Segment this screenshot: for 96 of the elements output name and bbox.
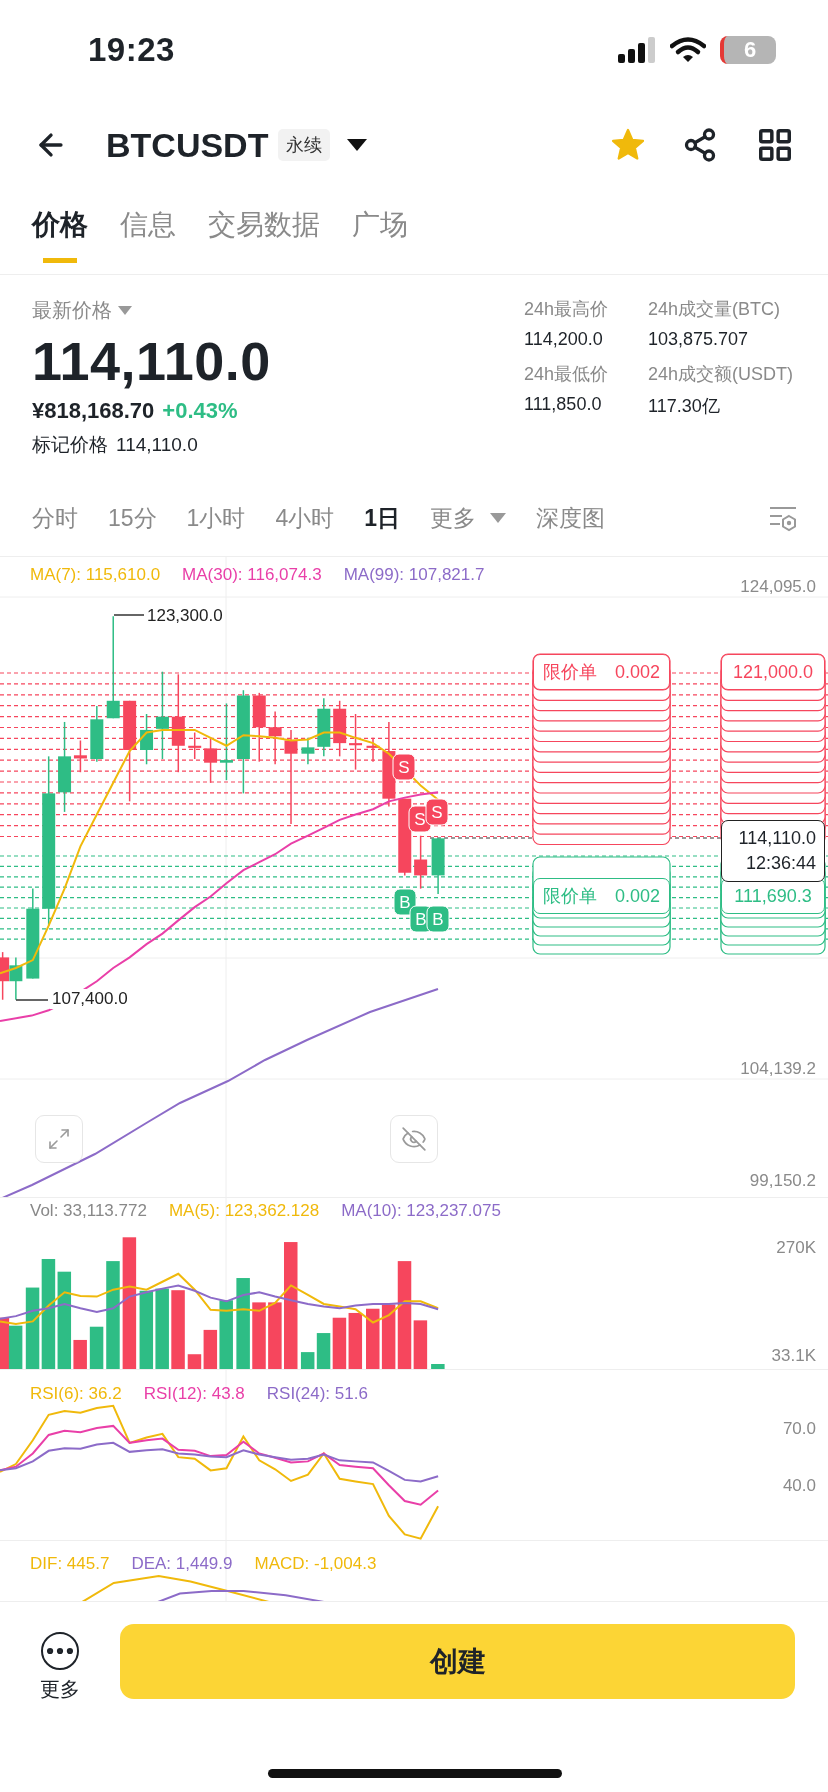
- mark-price: 114,110.0: [116, 434, 198, 456]
- candle: [317, 697, 331, 758]
- wifi-icon: [670, 37, 706, 63]
- volume-bar: [268, 1302, 282, 1369]
- last-price: 114,110.0: [32, 330, 271, 392]
- candle: [349, 713, 363, 771]
- countdown-timer: 12:36:44: [745, 853, 816, 874]
- stat-value: 114,200.0: [524, 329, 604, 350]
- mark-price-label: 标记价格: [32, 433, 108, 457]
- tab[interactable]: 交易数据: [208, 206, 320, 263]
- candle: [268, 710, 282, 766]
- candle: [252, 692, 266, 763]
- interval-tab[interactable]: 1小时: [186, 502, 246, 534]
- candle: [188, 731, 202, 760]
- current-price: 114,110.0: [738, 828, 816, 849]
- indicator-value: RSI(6): 36.2: [30, 1384, 122, 1404]
- status-time: 19:23: [88, 31, 175, 69]
- star-icon[interactable]: [610, 127, 646, 163]
- indicator-value: MA(7): 115,610.0: [30, 565, 161, 585]
- indicator-value: MA(5): 123,362.128: [168, 1201, 320, 1221]
- interval-tab[interactable]: 1日: [364, 502, 400, 534]
- leader-line: [113, 614, 145, 616]
- candle: [90, 705, 104, 763]
- cny-price: ¥818,168.70: [32, 398, 155, 424]
- buy-marker: B: [393, 888, 417, 916]
- axis-label: 99,150.2: [749, 1171, 816, 1191]
- interval-tab[interactable]: 更多: [430, 502, 506, 534]
- indicator-value: MACD: -1,004.3: [254, 1554, 377, 1574]
- order-price-tag[interactable]: 121,000.0: [721, 654, 825, 690]
- order-type: 限价单: [543, 885, 597, 908]
- axis-label: 33.1K: [771, 1346, 816, 1366]
- indicator-value: DIF: 445.7: [30, 1554, 110, 1574]
- signal-icon: [618, 37, 656, 63]
- chart-settings-icon[interactable]: [768, 504, 798, 532]
- hide-button[interactable]: [390, 1115, 438, 1163]
- candle: [0, 951, 10, 1001]
- tab[interactable]: 信息: [120, 206, 176, 263]
- axis-label: 124,095.0: [740, 577, 816, 597]
- volume-bar: [252, 1302, 266, 1369]
- price-change: +0.43%: [162, 398, 238, 424]
- interval-tab[interactable]: 4小时: [275, 502, 335, 534]
- leader-line: [15, 999, 49, 1001]
- stat-value: 117.30亿: [648, 395, 721, 418]
- indicator-value: MA(10): 123,237.075: [341, 1201, 501, 1221]
- indicator-value: MA(30): 116,074.3: [182, 565, 322, 585]
- candle: [9, 956, 23, 1001]
- tab[interactable]: 广场: [352, 206, 408, 263]
- sell-marker: S: [425, 798, 449, 826]
- volume-bar: [366, 1308, 380, 1369]
- candle: [333, 700, 347, 758]
- high-price-label: 123,300.0: [147, 606, 223, 625]
- candle: [301, 737, 315, 766]
- tab[interactable]: 价格: [32, 206, 88, 263]
- share-icon[interactable]: [682, 127, 718, 163]
- volume-bar: [89, 1326, 104, 1369]
- stat-label: 24h最高价: [524, 298, 610, 321]
- symbol-title: BTCUSDT: [106, 125, 269, 165]
- eye-off-icon: [401, 1126, 427, 1152]
- indicator-value: RSI(12): 43.8: [143, 1384, 245, 1404]
- stat-label: 24h最低价: [524, 363, 610, 386]
- grid-icon[interactable]: [756, 126, 794, 164]
- caret-icon[interactable]: [346, 138, 369, 152]
- price-label[interactable]: 最新价格: [32, 297, 271, 324]
- expand-button[interactable]: [35, 1115, 83, 1163]
- create-button[interactable]: 创建: [120, 1624, 795, 1699]
- expand-icon: [47, 1127, 71, 1151]
- order-type: 限价单: [543, 661, 597, 684]
- axis-label: 70.0: [782, 1419, 816, 1439]
- buy-marker: B: [426, 905, 450, 933]
- axis-label: 270K: [776, 1238, 816, 1258]
- order-tag[interactable]: 限价单 0.002: [533, 654, 670, 690]
- candle: [366, 737, 380, 763]
- order-quantity: 0.002: [614, 885, 660, 907]
- indicator-value: MA(99): 107,821.7: [343, 565, 485, 585]
- sell-marker: S: [392, 753, 416, 781]
- axis-label: 40.0: [782, 1476, 816, 1496]
- interval-tab[interactable]: 分时: [32, 502, 78, 534]
- indicator-value: DEA: 1,449.9: [131, 1554, 233, 1574]
- stat-label: 24h成交额(USDT): [648, 363, 795, 386]
- interval-tab[interactable]: 深度图: [536, 502, 605, 534]
- candle: [431, 837, 445, 895]
- stat-label: 24h成交量(BTC): [648, 298, 782, 321]
- order-quantity: 0.002: [614, 661, 660, 683]
- order-tag[interactable]: 限价单 0.002: [533, 878, 670, 914]
- contract-badge: 永续: [278, 129, 331, 161]
- stat-value: 103,875.707: [648, 329, 750, 350]
- candle: [414, 834, 428, 890]
- indicator-value: RSI(24): 51.6: [266, 1384, 368, 1404]
- battery-indicator: 6: [720, 36, 776, 64]
- volume-bar: [348, 1312, 363, 1369]
- indicator-value: Vol: 33,113.772: [30, 1201, 147, 1221]
- low-price-label: 107,400.0: [50, 989, 130, 1009]
- axis-label: 104,139.2: [740, 1059, 816, 1079]
- stat-value: 111,850.0: [524, 394, 603, 415]
- interval-tab[interactable]: 15分: [108, 502, 157, 534]
- volume-bar: [431, 1364, 445, 1369]
